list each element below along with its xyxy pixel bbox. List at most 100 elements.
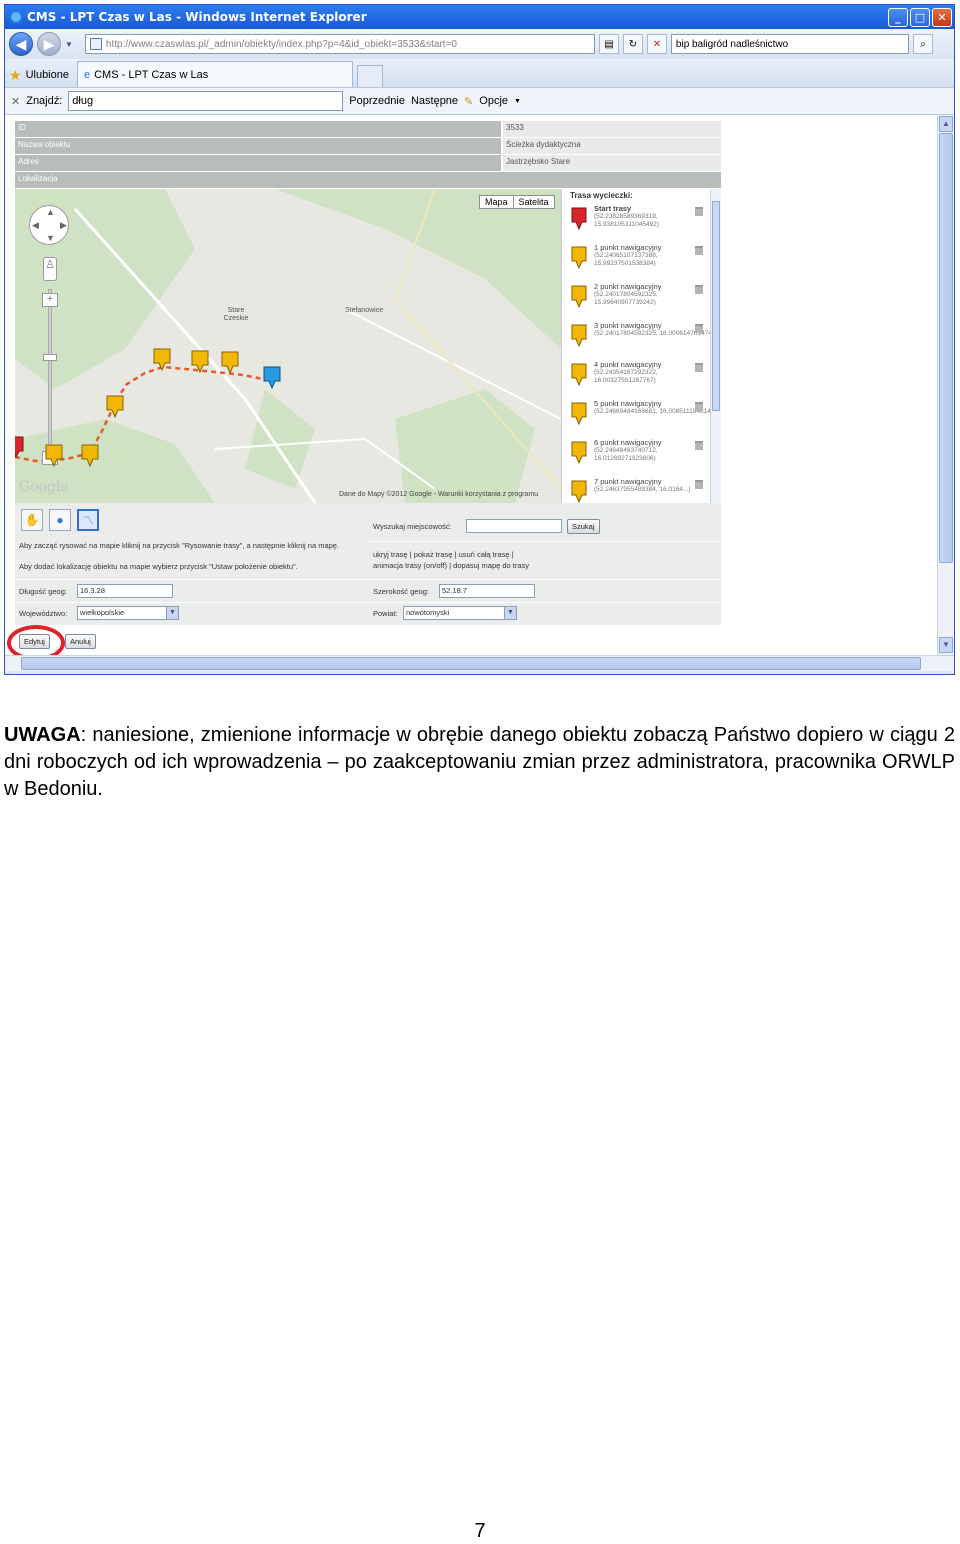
scroll-down-icon[interactable]: ▼ [939,637,953,653]
find-next-button[interactable]: Następne [411,95,458,107]
route-links-2[interactable]: animacja trasy (on/off) | dopasuj mapę d… [373,561,529,571]
window-title: CMS - LPT Czas w Las - Windows Internet … [27,10,367,24]
search-place-button[interactable]: Szukaj [567,519,600,534]
marker-yellow-icon [106,395,124,419]
marker-yellow-icon [45,444,63,468]
route-scroll-thumb[interactable] [712,201,720,411]
trash-icon[interactable] [695,480,703,489]
compat-icon[interactable]: ▤ [598,34,619,54]
voivodeship-select[interactable]: wielkopolskie ▼ [77,606,179,620]
find-input[interactable] [68,91,344,111]
lat-field[interactable]: 52.18.7 [439,584,535,598]
route-item[interactable]: 5 punkt nawigacyjny (52.24669484168681, … [562,396,721,435]
status-bar [5,671,954,674]
page-number: 7 [474,1520,486,1542]
chevron-down-icon: ▼ [504,607,516,619]
horizontal-scrollbar[interactable] [5,655,954,671]
notice-text: : naniesione, zmienione informacje w obr… [4,724,955,800]
marker-yellow-icon [153,348,171,372]
find-options-button[interactable]: Opcje [479,95,508,107]
route-item[interactable]: Start trasy (52.23828589369319, 15.93810… [562,201,721,240]
marker-red-icon [571,207,587,231]
row-value: Jastrzębsko Stare [503,155,721,171]
page-scrollbar[interactable]: ▲ ▼ [937,115,954,655]
horizontal-scroll-thumb[interactable] [21,657,921,670]
marker-yellow-icon [571,324,587,348]
options-dropdown-icon[interactable]: ▼ [514,98,521,105]
row-value: 3533 [503,121,721,137]
search-field[interactable]: bip baligród nadleśnictwo [670,34,909,54]
address-text: http://www.czaswlas.pl/_admin/obiekty/in… [105,38,457,50]
map-canvas[interactable]: Mapa Satelita ▲ ▼ ◀ ▶ ♙ + − Stare Czeski… [15,189,561,503]
marker-blue-icon [263,366,281,390]
tab-page-icon: e [83,68,91,81]
row-label: Lokalizacja [15,172,721,188]
draw-route-button[interactable]: 〽 [77,509,99,531]
marker-yellow-icon [221,351,239,375]
back-button[interactable]: ◀ [9,32,33,56]
address-field[interactable]: http://www.czaswlas.pl/_admin/obiekty/in… [84,34,595,54]
set-location-button[interactable]: ● [49,509,71,531]
county-select[interactable]: nowotomyski ▼ [403,606,517,620]
route-item[interactable]: 4 punkt nawigacyjny (52.24354167292322, … [562,357,721,396]
route-title: Trasa wycieczki: [570,191,633,200]
route-scrollbar[interactable] [710,189,721,503]
tools-hint-2: Aby dodać lokalizację obiektu na mapie w… [19,562,298,571]
route-item[interactable]: 7 punkt nawigacyjny (52.24637955489384, … [562,474,721,503]
route-links[interactable]: ukryj trasę | pokaż trasę | usuń całą tr… [373,550,514,560]
route-item[interactable]: 2 punkt nawigacyjny (52.24017804592325, … [562,279,721,318]
chevron-down-icon: ▼ [166,607,178,619]
marker-yellow-icon [571,402,587,426]
map-area: Mapa Satelita ▲ ▼ ◀ ▶ ♙ + − Stare Czeski… [15,189,721,503]
trash-icon[interactable] [695,402,703,411]
scroll-up-icon[interactable]: ▲ [939,116,953,132]
map-copyright[interactable]: Dane do Mapy ©2012 Google - Warunki korz… [339,491,538,498]
county-label: Powiat: [373,609,398,618]
history-dropdown-icon[interactable]: ▼ [65,40,73,49]
refresh-icon[interactable]: ↻ [622,34,643,54]
search-place-input[interactable] [466,519,562,533]
marker-red-icon [15,436,24,459]
map-tools-panel: ✋ ● 〽 Aby zacząć rysować na mapie klikni… [15,503,721,625]
voivodeship-value: wielkopolskie [80,608,125,617]
minimize-button[interactable]: _ [888,7,908,27]
row-label: ID [15,121,501,137]
form-row: Adres Jastrzębsko Stare [15,155,721,171]
route-item[interactable]: 1 punkt nawigacyjny (52.24065107137388, … [562,240,721,279]
maximize-button[interactable]: □ [910,7,930,27]
cancel-button[interactable]: Anuluj [65,634,96,649]
close-button[interactable]: ✕ [932,7,952,27]
route-line-icon: 〽 [82,515,94,527]
tab-cms[interactable]: e CMS - LPT Czas w Las [76,61,353,87]
hand-tool-button[interactable]: ✋ [21,509,43,531]
page-scroll-thumb[interactable] [939,133,953,563]
object-form: ID 3533 Nazwa obiektu Ścieżka dydaktyczn… [15,121,721,189]
pin-icon: ● [56,513,64,527]
marker-yellow-icon [81,444,99,468]
trash-icon[interactable] [695,363,703,372]
trash-icon[interactable] [695,441,703,450]
trash-icon[interactable] [695,246,703,255]
stop-icon[interactable]: ✕ [646,34,667,54]
divider [369,541,721,542]
search-icon[interactable]: ⌕ [912,34,933,54]
marker-yellow-icon [571,441,587,465]
new-tab-button[interactable] [356,65,383,87]
trash-icon[interactable] [695,207,703,216]
trash-icon[interactable] [695,324,703,333]
highlight-icon[interactable]: ✎ [464,95,473,108]
route-panel: Trasa wycieczki: Start trasy (52.2382858… [561,189,721,503]
forward-button[interactable]: ▶ [37,32,61,56]
lon-field[interactable]: 16.3.28 [77,584,173,598]
route-item[interactable]: 6 punkt nawigacyjny (52.24648463740712, … [562,435,721,474]
google-logo: Google [19,479,69,495]
find-close-icon[interactable]: ✕ [11,95,20,108]
find-prev-button[interactable]: Poprzednie [349,95,405,107]
divider [15,579,367,580]
trash-icon[interactable] [695,285,703,294]
find-bar: ✕ Znajdź: Poprzednie Następne ✎ Opcje ▼ [5,87,954,115]
route-item[interactable]: 3 punkt nawigacyjny (52.24017804592325, … [562,318,721,357]
star-icon: ★ [9,66,22,83]
favorites-button[interactable]: ★ Ulubione [9,63,75,87]
form-row: Nazwa obiektu Ścieżka dydaktyczna [15,138,721,154]
